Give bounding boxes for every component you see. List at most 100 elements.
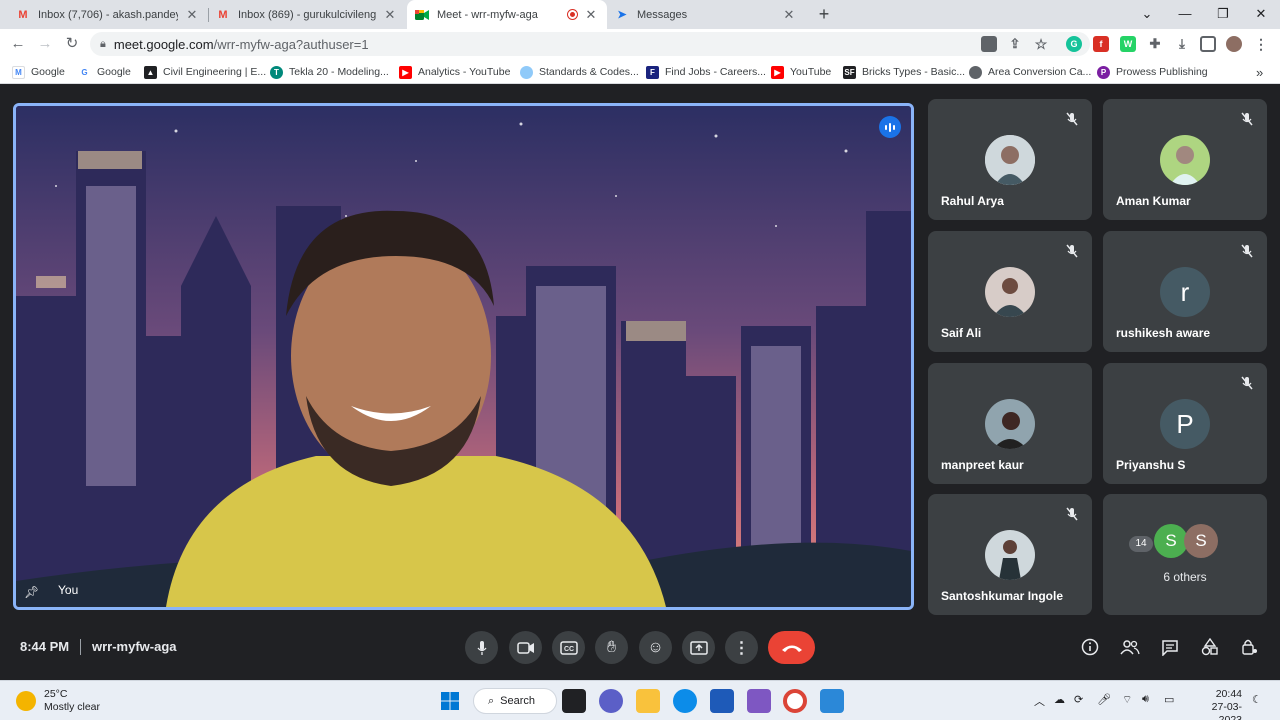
system-date: 27-03-2023 — [1211, 701, 1242, 720]
back-arrow-icon[interactable]: ← — [8, 34, 28, 54]
close-icon[interactable]: ✕ — [583, 7, 599, 23]
more-options-button[interactable]: ⋮ — [725, 631, 758, 664]
participant-tile[interactable]: Saif Ali — [928, 231, 1092, 352]
task-view-icon[interactable] — [562, 689, 586, 713]
volume-icon[interactable]: 🔊︎ — [1142, 693, 1149, 706]
pdf-extension-icon[interactable]: f — [1093, 36, 1109, 52]
raise-hand-button[interactable]: ✋︎ — [595, 631, 628, 664]
bookmark-label: Civil Engineering | E... — [163, 66, 267, 78]
new-tab-button[interactable]: + — [813, 3, 835, 25]
camera-in-use-icon[interactable] — [981, 36, 997, 52]
participant-tile[interactable]: Rahul Arya — [928, 99, 1092, 220]
edge-browser-icon[interactable] — [673, 689, 697, 713]
bookmark-label: Standards & Codes... — [539, 66, 639, 78]
people-count-badge: 14 — [1129, 536, 1153, 552]
city-background-video — [16, 106, 911, 607]
tab-messages[interactable]: ➤ Messages ✕ — [607, 0, 805, 29]
others-tile[interactable]: S S 6 others — [1103, 494, 1267, 615]
close-icon[interactable]: ✕ — [781, 7, 797, 23]
participant-tile[interactable]: r rushikesh aware — [1103, 231, 1267, 352]
wifi-icon[interactable]: ⌔ — [1122, 693, 1132, 707]
side-panel-icon[interactable] — [1200, 36, 1216, 52]
microphone-button[interactable] — [465, 631, 498, 664]
whatsapp-extension-icon[interactable]: W — [1120, 36, 1136, 52]
reactions-button[interactable]: ☺ — [639, 631, 672, 664]
bookmark-item[interactable]: Standards & Codes... — [520, 64, 639, 80]
messages-icon: ➤ — [617, 9, 627, 21]
bookmark-item[interactable]: T Tekla 20 - Modeling... — [270, 64, 389, 80]
bookmark-item[interactable]: SF Bricks Types - Basic... — [843, 64, 965, 80]
weather-widget[interactable]: 25°C Mostly clear — [16, 688, 100, 714]
file-explorer-icon[interactable] — [636, 689, 660, 713]
bookmark-item[interactable]: ▶ YouTube — [771, 64, 831, 80]
jobs-icon: F — [646, 65, 659, 79]
onedrive-icon[interactable]: ☁ — [1054, 693, 1065, 706]
captions-button[interactable]: CC — [552, 631, 585, 664]
browser-tabstrip: M Inbox (7,706) - akash.pandey476 ✕ M In… — [0, 0, 1280, 29]
close-icon[interactable]: ✕ — [184, 7, 200, 23]
extensions-puzzle-icon[interactable]: ✚ — [1147, 36, 1163, 52]
forward-arrow-icon[interactable]: → — [35, 34, 55, 54]
participant-tile[interactable]: Santoshkumar Ingole — [928, 494, 1092, 615]
host-controls-button[interactable] — [1240, 637, 1260, 657]
lock-icon[interactable]: 🔒︎ — [100, 38, 106, 51]
pin-icon[interactable]: 📌︎ — [24, 585, 39, 599]
activities-button[interactable] — [1200, 637, 1220, 657]
gmail-icon: M — [18, 8, 28, 21]
leave-call-button[interactable] — [768, 631, 815, 664]
more-bookmarks-chevron-icon[interactable]: » — [1256, 64, 1263, 80]
bookmark-label: Google — [97, 66, 131, 78]
close-icon[interactable]: ✕ — [382, 7, 398, 23]
meeting-details-button[interactable] — [1080, 637, 1100, 657]
sync-icon[interactable]: ⟳ — [1074, 693, 1083, 706]
browser-menu-icon[interactable]: ⋮ — [1253, 36, 1269, 52]
present-screen-button[interactable] — [682, 631, 715, 664]
participant-tile[interactable]: manpreet kaur — [928, 363, 1092, 484]
tab-gmail-inbox-1[interactable]: M Inbox (7,706) - akash.pandey476 ✕ — [8, 0, 208, 29]
maximize-button[interactable]: ❐ — [1204, 0, 1242, 29]
notifications-icon[interactable]: ☾ — [1252, 693, 1262, 706]
chat-button[interactable] — [1160, 637, 1180, 657]
bookmark-item[interactable]: P Prowess Publishing — [1097, 64, 1208, 80]
chrome-icon[interactable] — [783, 689, 807, 713]
avatar: P — [1160, 399, 1210, 449]
taskbar-search[interactable]: ⌕ Search — [473, 688, 557, 714]
teams-chat-icon[interactable] — [599, 689, 623, 713]
address-bar[interactable]: 🔒︎ meet.google.com /wrr-myfw-aga?authuse… — [90, 32, 1090, 56]
camera-button[interactable] — [509, 631, 542, 664]
bookmark-item[interactable]: ▲ Civil Engineering | E... — [144, 64, 266, 80]
participant-tile[interactable]: P Priyanshu S — [1103, 363, 1267, 484]
microsoft-store-icon[interactable] — [710, 689, 734, 713]
profile-avatar[interactable] — [1226, 36, 1242, 52]
reload-icon[interactable]: ↻ — [62, 34, 82, 54]
bookmark-item[interactable]: Area Conversion Ca... — [969, 64, 1091, 80]
system-clock[interactable]: 20:44 27-03-2023 — [1190, 688, 1242, 720]
chat-icon — [1162, 639, 1178, 656]
share-icon[interactable]: ⇪ — [1007, 36, 1023, 52]
info-icon — [1081, 638, 1099, 656]
battery-icon[interactable]: ▭ — [1164, 693, 1174, 706]
grammarly-extension-icon[interactable]: G — [1066, 36, 1082, 52]
bookmark-item[interactable]: F Find Jobs - Careers... — [646, 64, 766, 80]
tab-gmail-inbox-2[interactable]: M Inbox (869) - gurukulcivilenginee ✕ — [208, 0, 406, 29]
tray-chevron-up-icon[interactable]: ︿ — [1034, 693, 1045, 709]
download-icon[interactable]: ⤓ — [1174, 36, 1190, 52]
snipping-tool-icon[interactable] — [747, 689, 771, 713]
bookmark-item[interactable]: G Google — [78, 64, 131, 80]
people-button[interactable] — [1120, 637, 1140, 657]
participant-tile[interactable]: Aman Kumar — [1103, 99, 1267, 220]
minimize-button[interactable]: — — [1166, 0, 1204, 29]
avatar — [985, 267, 1035, 317]
tab-search-chevron-icon[interactable]: ⌄ — [1128, 0, 1166, 29]
avatar-initial: S — [1165, 531, 1177, 550]
windows-start-icon[interactable] — [438, 689, 462, 713]
close-window-button[interactable]: ✕ — [1242, 0, 1280, 29]
bookmark-star-icon[interactable]: ☆ — [1033, 36, 1049, 52]
bookmark-item[interactable]: ▶ Analytics - YouTube — [399, 64, 510, 80]
self-video-tile[interactable]: 📌︎ You — [13, 103, 914, 610]
notepad-icon[interactable] — [820, 689, 844, 713]
bookmark-item[interactable]: M Google — [12, 64, 65, 80]
bookmark-label: Tekla 20 - Modeling... — [289, 66, 389, 78]
microphone-tray-icon[interactable]: 🎤︎ — [1097, 693, 1111, 706]
tab-meet[interactable]: Meet - wrr-myfw-aga ✕ — [407, 0, 607, 29]
